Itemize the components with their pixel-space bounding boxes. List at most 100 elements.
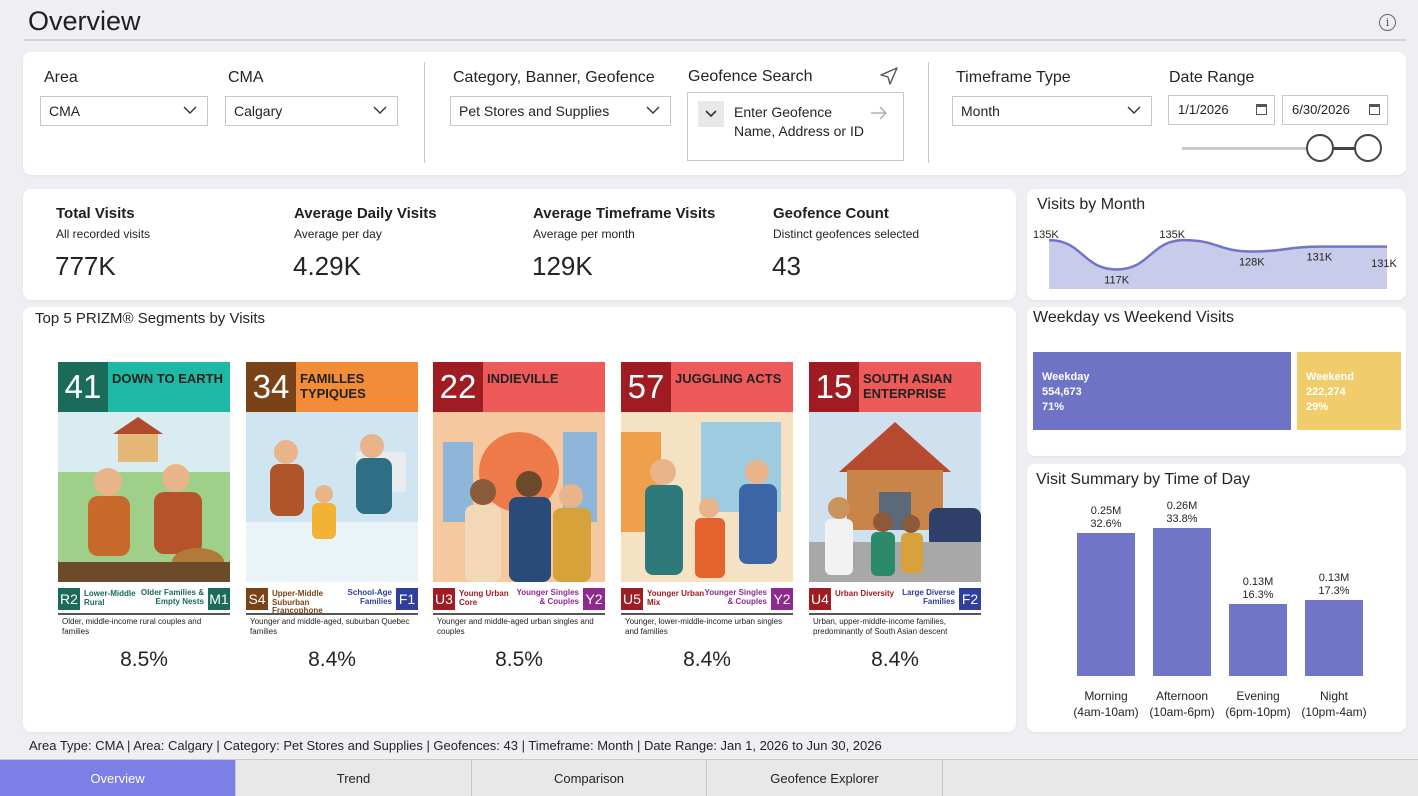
bar-value-label: 222,274 — [1306, 386, 1346, 398]
segment-left-code: S4 — [246, 588, 268, 610]
start-date-input[interactable]: 1/1/2026 — [1168, 95, 1275, 125]
prizm-segments-title: Top 5 PRIZM® Segments by Visits — [35, 310, 266, 327]
page-title: Overview — [28, 6, 141, 36]
chevron-down-icon — [1127, 106, 1141, 114]
info-icon[interactable]: i — [1379, 14, 1396, 31]
geofence-search-box[interactable]: Enter Geofence Name, Address or ID — [687, 92, 904, 161]
tab-trend[interactable]: Trend — [236, 760, 472, 796]
segment-codes: U5 Younger Urban Mix Younger Singles & Cou… — [621, 588, 793, 610]
segment-description: Younger and middle-aged urban singles an… — [437, 617, 594, 636]
segment-right-code: Y2 — [771, 588, 793, 610]
bar-value-label: 554,673 — [1042, 386, 1082, 398]
bar-value-label: 0.25M 32.6% — [1090, 504, 1122, 530]
date-range-label: Date Range — [1169, 69, 1255, 86]
cma-dropdown[interactable]: Calgary — [225, 96, 398, 126]
category-label: Category, Banner, Geofence — [453, 69, 655, 86]
segment-right-code: Y2 — [583, 588, 605, 610]
segment-divider — [809, 613, 981, 615]
chevron-down-icon — [646, 106, 660, 114]
segment-left-code: U4 — [809, 588, 831, 610]
kpi-subtitle: Average per month — [533, 227, 635, 241]
segment-description: Younger, lower-middle-income urban singl… — [625, 617, 783, 636]
segment-name: South Asian Enterprise — [863, 371, 953, 401]
kpi-title: Geofence Count — [773, 205, 889, 222]
bar-value-label: 0.26M 33.8% — [1166, 499, 1198, 525]
segment-name: Juggling Acts — [675, 371, 782, 386]
segment-header: 34 Familles Typiques — [246, 362, 418, 412]
segment-right-code-text: Younger Singles & Couples — [704, 588, 767, 606]
segment-divider — [58, 613, 230, 615]
tab-geofence-explorer[interactable]: Geofence Explorer — [707, 760, 943, 796]
kpi-subtitle: Average per day — [294, 227, 382, 241]
time-of-day-bar[interactable] — [1305, 600, 1363, 676]
area-dropdown[interactable]: CMA — [40, 96, 208, 126]
segment-number: 34 — [246, 362, 296, 412]
geofence-search-input[interactable]: Enter Geofence Name, Address or ID — [734, 103, 864, 141]
segment-codes: R2 Lower-Middle Rural Older Families & Emp… — [58, 588, 230, 610]
tab-overview[interactable]: Overview — [0, 760, 236, 796]
arrow-right-icon[interactable] — [870, 105, 888, 121]
prizm-segment-card: 34 Familles Typiques S4 Upper-Middle Suburb… — [246, 362, 418, 682]
segment-description: Younger and middle-aged, suburban Quebec… — [250, 617, 410, 636]
geofence-expand-button[interactable] — [698, 101, 724, 127]
weekday-weekend-bar[interactable]: Weekend 222,274 29% — [1297, 352, 1401, 430]
segment-right-code-text: School-Age Families — [347, 588, 392, 606]
date-slider-end-handle[interactable] — [1354, 134, 1382, 162]
segment-codes: U4 Urban Diversity Large Diverse Families F… — [809, 588, 981, 610]
segment-number: 41 — [58, 362, 108, 412]
kpi-subtitle: Distinct geofences selected — [773, 227, 920, 241]
prizm-segment-card: 41 Down to Earth R2 Lower-Middle Rural Older… — [58, 362, 230, 682]
bar-value-label: 0.13M 17.3% — [1318, 572, 1350, 598]
weekday-weekend-bar[interactable]: Weekday 554,673 71% — [1033, 352, 1291, 430]
category-value: Pet Stores and Supplies — [459, 103, 610, 119]
visits-by-month-chart: 135K 117K 135K 128K 131K 131K — [1033, 229, 1398, 289]
segment-description: Older, middle-income rural couples and f… — [62, 617, 202, 636]
segment-description: Urban, upper-middle-income families, pre… — [813, 617, 948, 636]
segment-left-code: R2 — [58, 588, 80, 610]
geofence-placeholder-line2: Name, Address or ID — [734, 123, 864, 139]
kpi-value: 4.29K — [293, 251, 361, 281]
segment-left-code: U5 — [621, 588, 643, 610]
kpi-title: Average Daily Visits — [294, 205, 437, 222]
segment-percent: 8.5% — [495, 648, 543, 671]
area-value: CMA — [49, 103, 81, 119]
end-date-input[interactable]: 6/30/2026 — [1282, 95, 1388, 125]
chevron-down-icon — [183, 106, 197, 114]
category-dropdown[interactable]: Pet Stores and Supplies — [450, 96, 671, 126]
tab-comparison[interactable]: Comparison — [472, 760, 707, 796]
filter-divider — [424, 62, 425, 163]
bar-category-label: Weekday — [1042, 371, 1090, 383]
x-axis-tick-label: Night (10pm-4am) — [1301, 689, 1367, 719]
location-arrow-icon[interactable] — [879, 66, 899, 86]
month-data-label: 135K — [1033, 229, 1059, 241]
time-of-day-bar[interactable] — [1077, 532, 1135, 676]
date-slider-start-handle[interactable] — [1306, 134, 1334, 162]
area-label: Area — [44, 69, 78, 86]
segment-divider — [621, 613, 793, 615]
month-data-label: 131K — [1307, 252, 1333, 264]
calendar-icon[interactable] — [1256, 104, 1267, 115]
time-of-day-title: Visit Summary by Time of Day — [1036, 471, 1250, 488]
segment-header: 22 Indieville — [433, 362, 605, 412]
bar-category-label: Weekend — [1306, 371, 1355, 383]
kpi-value: 43 — [772, 251, 801, 281]
time-of-day-bar[interactable] — [1229, 604, 1287, 676]
timeframe-type-dropdown[interactable]: Month — [952, 96, 1152, 126]
segment-number: 22 — [433, 362, 483, 412]
time-of-day-bar[interactable] — [1153, 527, 1211, 676]
segment-number: 57 — [621, 362, 671, 412]
segment-left-code: U3 — [433, 588, 455, 610]
segment-number: 15 — [809, 362, 859, 412]
segment-right-code-text: Large Diverse Families — [902, 588, 955, 606]
segment-name: Familles Typiques — [300, 371, 366, 401]
segment-codes: S4 Upper-Middle Suburban Francophone Schoo… — [246, 588, 418, 615]
segment-illustration — [246, 412, 418, 582]
segment-divider — [433, 613, 605, 615]
segment-percent: 8.5% — [120, 648, 168, 671]
segment-illustration — [433, 412, 605, 582]
timeframe-type-value: Month — [961, 103, 1000, 119]
geofence-search-label: Geofence Search — [688, 68, 813, 85]
calendar-icon[interactable] — [1369, 104, 1380, 115]
prizm-segment-card: 15 South Asian Enterprise U4 Urban Diversit… — [809, 362, 981, 682]
chevron-down-icon — [705, 110, 717, 118]
